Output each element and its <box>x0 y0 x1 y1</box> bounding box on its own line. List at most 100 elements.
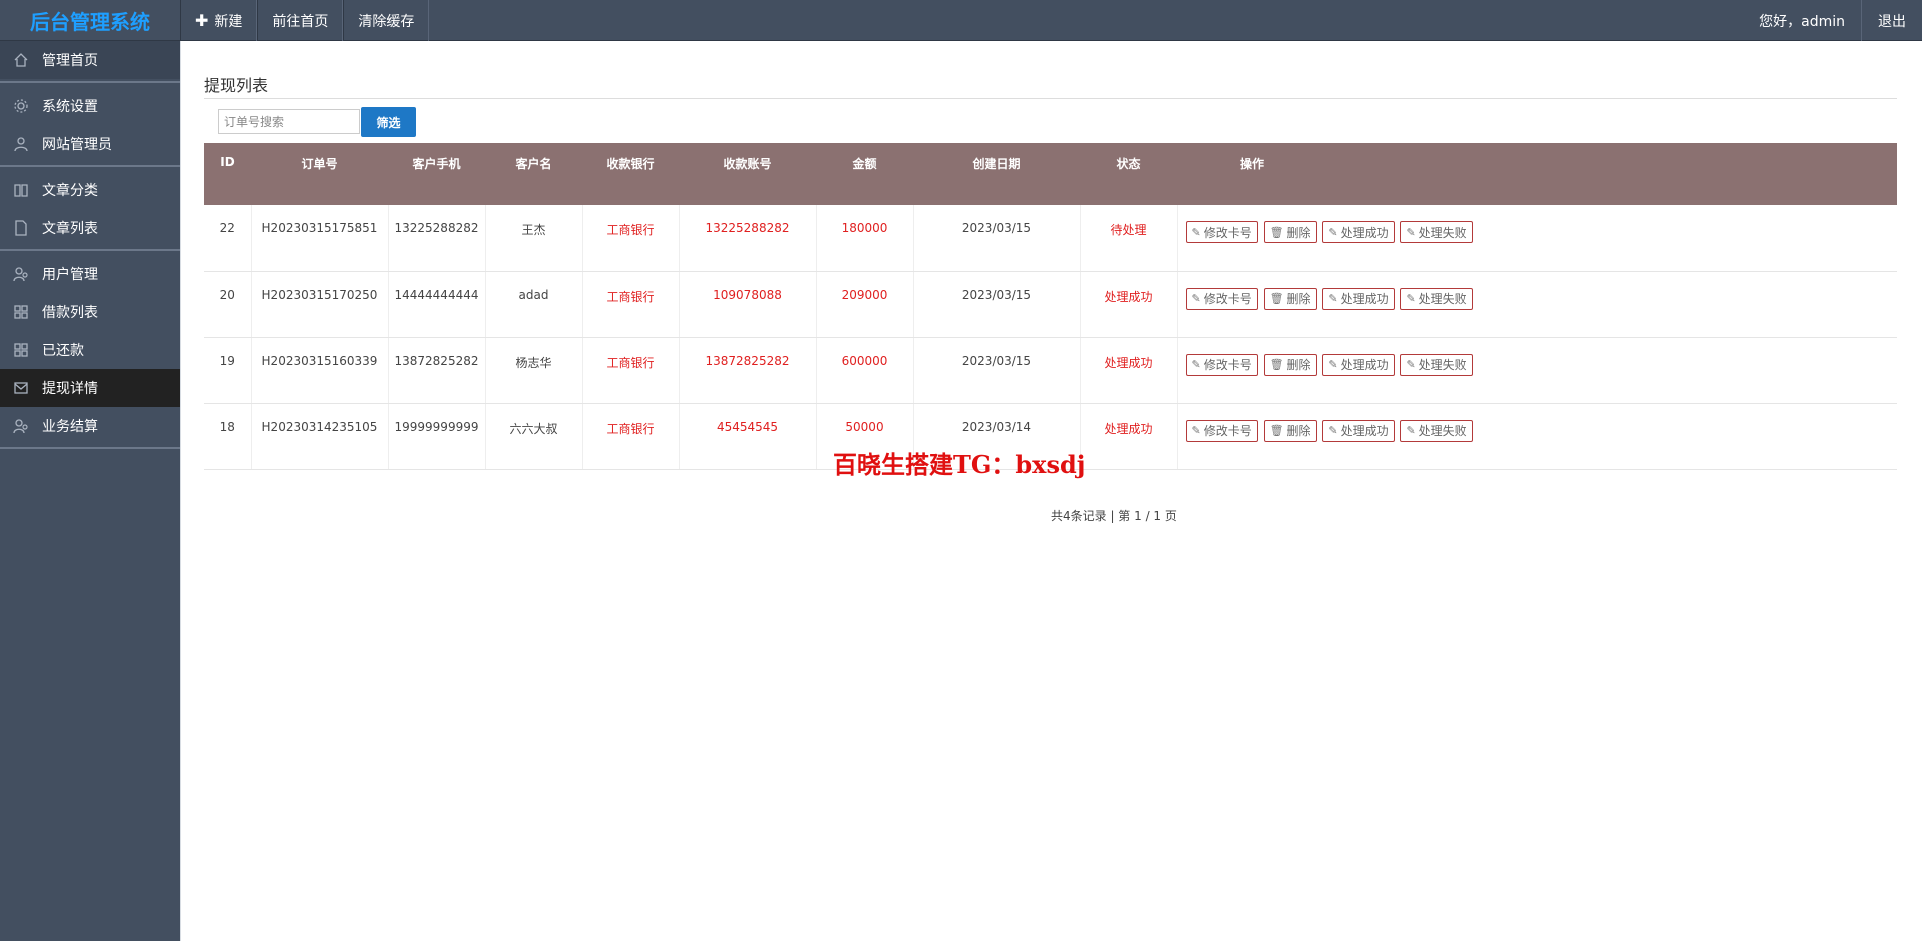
filter-button[interactable]: 筛选 <box>361 107 416 137</box>
mark-success-button[interactable]: ✎ 处理成功 <box>1322 419 1395 442</box>
cell-phone: 19999999999 <box>388 403 486 470</box>
delete-button[interactable]: 🗑 删除 <box>1263 419 1317 442</box>
users-icon <box>12 417 30 435</box>
cell-order: H20230315170250 <box>251 271 389 338</box>
cell-order: H20230315160339 <box>251 337 389 404</box>
delete-button[interactable]: 🗑 删除 <box>1263 221 1317 243</box>
mark-failed-button[interactable]: ✎ 处理失败 <box>1400 221 1473 243</box>
new-button[interactable]: ✚ 新建 <box>180 0 258 41</box>
clear-cache-button[interactable]: 清除缓存 <box>343 0 430 41</box>
action-label: 删除 <box>1286 225 1311 240</box>
brand-title: 后台管理系统 <box>30 10 150 34</box>
cell-status: 待处理 <box>1080 205 1178 272</box>
cell-order: H20230315175851 <box>251 205 389 272</box>
edit-icon: ✎ <box>1191 358 1201 371</box>
file-icon <box>12 219 30 237</box>
order-search-input[interactable] <box>218 109 360 134</box>
book-icon <box>12 181 30 199</box>
cell-date: 2023/03/15 <box>913 271 1081 338</box>
cell-id: 18 <box>204 403 252 470</box>
logout-button[interactable]: 退出 <box>1861 0 1922 41</box>
table-row: 19 H20230315160339 13872825282 杨志华 工商银行 … <box>204 337 1897 404</box>
cell-account: 109078088 <box>679 271 817 338</box>
sidebar-item-settings[interactable]: 系统设置 <box>0 87 180 125</box>
sidebar-item-repaid[interactable]: 已还款 <box>0 331 180 369</box>
sidebar-item-settlement[interactable]: 业务结算 <box>0 407 180 445</box>
edit-icon: ✎ <box>1406 424 1416 437</box>
action-label: 处理失败 <box>1418 424 1467 438</box>
column-header: 收款账号 <box>679 143 816 205</box>
cell-name: 王杰 <box>485 205 583 272</box>
trash-icon: 🗑 <box>1269 292 1284 305</box>
cell-actions: ✎ 修改卡号 🗑 删除 ✎ 处理成功 ✎ 处理失败 <box>1177 205 1897 272</box>
cell-phone: 13225288282 <box>388 205 486 272</box>
table-row: 20 H20230315170250 14444444444 adad 工商银行… <box>204 271 1897 338</box>
delete-button[interactable]: 🗑 删除 <box>1263 287 1317 310</box>
cell-bank: 工商银行 <box>582 205 680 272</box>
mark-failed-button[interactable]: ✎ 处理失败 <box>1400 287 1473 310</box>
plus-icon: ✚ <box>195 11 209 30</box>
action-label: 处理成功 <box>1340 225 1389 240</box>
new-button-label: 新建 <box>214 13 243 30</box>
action-label: 处理失败 <box>1418 225 1467 240</box>
sidebar-item-label: 已还款 <box>42 343 84 359</box>
edit-card-button[interactable]: ✎ 修改卡号 <box>1185 287 1258 310</box>
cell-actions: ✎ 修改卡号 🗑 删除 ✎ 处理成功 ✎ 处理失败 <box>1177 271 1897 338</box>
go-home-button[interactable]: 前往首页 <box>257 0 344 41</box>
home-icon <box>12 51 30 69</box>
go-home-label: 前往首页 <box>272 13 329 30</box>
column-header: 收款银行 <box>582 143 679 205</box>
edit-card-button[interactable]: ✎ 修改卡号 <box>1185 221 1258 243</box>
action-label: 修改卡号 <box>1203 358 1252 372</box>
sidebar-item-label: 借款列表 <box>42 305 98 321</box>
action-label: 删除 <box>1286 424 1311 438</box>
cell-id: 20 <box>204 271 252 338</box>
sidebar-item-withdrawals[interactable]: 提现详情 <box>0 369 180 407</box>
sidebar-item-article-categories[interactable]: 文章分类 <box>0 171 180 209</box>
sidebar-item-articles[interactable]: 文章列表 <box>0 209 180 247</box>
pagination-info: 共4条记录 | 第 1 / 1 页 <box>1051 509 1177 523</box>
mark-success-button[interactable]: ✎ 处理成功 <box>1322 221 1395 243</box>
cell-phone: 13872825282 <box>388 337 486 404</box>
action-label: 处理失败 <box>1418 358 1467 372</box>
sidebar-item-label: 业务结算 <box>42 419 98 435</box>
action-label: 处理成功 <box>1340 358 1389 372</box>
edit-icon: ✎ <box>1406 225 1416 239</box>
sidebar-divider <box>0 165 180 167</box>
table-header-row: ID 订单号 客户手机 客户名 收款银行 收款账号 金额 创建日期 状态 操作 <box>204 143 1897 205</box>
edit-icon: ✎ <box>1406 358 1416 371</box>
action-label: 处理失败 <box>1418 292 1467 306</box>
top-bar: 后台管理系统 ✚ 新建 前往首页 清除缓存 您好，admin 退出 <box>0 0 1922 41</box>
action-label: 修改卡号 <box>1203 225 1252 240</box>
sidebar-item-dashboard[interactable]: 管理首页 <box>0 41 180 79</box>
envelope-icon <box>12 379 30 397</box>
cell-name: 杨志华 <box>485 337 583 404</box>
column-header: 状态 <box>1080 143 1177 205</box>
sidebar-item-users[interactable]: 用户管理 <box>0 255 180 293</box>
trash-icon: 🗑 <box>1269 225 1284 239</box>
edit-card-button[interactable]: ✎ 修改卡号 <box>1185 353 1258 376</box>
sidebar-item-loans[interactable]: 借款列表 <box>0 293 180 331</box>
mark-success-button[interactable]: ✎ 处理成功 <box>1322 353 1395 376</box>
action-label: 修改卡号 <box>1203 424 1252 438</box>
edit-icon: ✎ <box>1328 358 1338 371</box>
title-divider <box>204 98 1897 99</box>
mark-success-button[interactable]: ✎ 处理成功 <box>1322 287 1395 310</box>
action-label: 修改卡号 <box>1203 292 1252 306</box>
edit-icon: ✎ <box>1191 424 1201 437</box>
cell-bank: 工商银行 <box>582 271 680 338</box>
mark-failed-button[interactable]: ✎ 处理失败 <box>1400 419 1473 442</box>
top-nav: ✚ 新建 前往首页 清除缓存 <box>180 0 430 41</box>
sidebar-item-admins[interactable]: 网站管理员 <box>0 125 180 163</box>
sidebar-item-label: 系统设置 <box>42 99 98 115</box>
user-greeting: 您好，admin <box>1759 13 1845 30</box>
sidebar: 管理首页 系统设置 网站管理员 文章分类 文章列表 用户管理 借款列表 已还款 … <box>0 41 180 941</box>
cell-phone: 14444444444 <box>388 271 486 338</box>
edit-icon: ✎ <box>1191 225 1201 239</box>
edit-icon: ✎ <box>1406 292 1416 305</box>
column-header: 客户手机 <box>388 143 485 205</box>
users-icon <box>12 265 30 283</box>
mark-failed-button[interactable]: ✎ 处理失败 <box>1400 353 1473 376</box>
delete-button[interactable]: 🗑 删除 <box>1263 353 1317 376</box>
edit-card-button[interactable]: ✎ 修改卡号 <box>1185 419 1258 442</box>
